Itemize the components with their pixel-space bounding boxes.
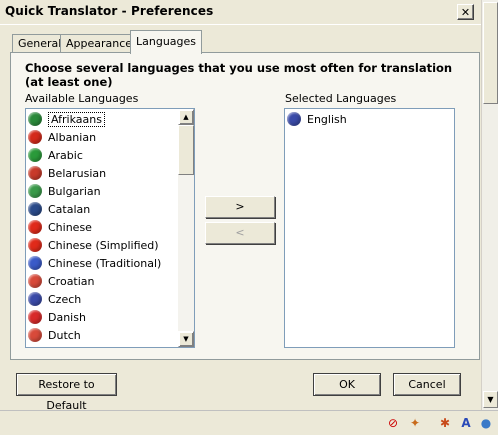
- fox-icon[interactable]: ✦: [407, 415, 423, 431]
- language-name: Dutch: [48, 328, 81, 342]
- available-languages-list[interactable]: Afrikaans Albanian Arabic Belarusian Bulgari…: [25, 108, 195, 348]
- flag-icon: [28, 292, 42, 306]
- language-name: Chinese (Traditional): [48, 256, 162, 270]
- globe-icon[interactable]: ●: [478, 415, 494, 431]
- language-name: Croatian: [48, 274, 95, 288]
- flag-icon: [28, 202, 42, 216]
- language-name: English: [307, 112, 347, 126]
- flag-icon: [28, 274, 42, 288]
- scroll-down-icon[interactable]: ▼: [483, 391, 498, 408]
- window-title: Quick Translator - Preferences: [5, 4, 214, 18]
- list-item[interactable]: Catalan: [28, 200, 176, 218]
- tab-languages[interactable]: Languages: [130, 30, 203, 54]
- restore-default-button[interactable]: Restore to Default: [16, 373, 117, 412]
- list-item[interactable]: Danish: [28, 308, 176, 326]
- flag-icon: [28, 184, 42, 198]
- language-name: Bulgarian: [48, 184, 101, 198]
- flag-icon: [28, 166, 42, 180]
- add-language-button[interactable]: >: [205, 196, 275, 218]
- language-name: Belarusian: [48, 166, 107, 180]
- list-item[interactable]: Chinese (Simplified): [28, 236, 176, 254]
- flag-icon: [28, 328, 42, 342]
- list-item[interactable]: Arabic: [28, 146, 176, 164]
- list-item[interactable]: Croatian: [28, 272, 176, 290]
- language-name: Czech: [48, 292, 82, 306]
- list-item[interactable]: Belarusian: [28, 164, 176, 182]
- stop-sign-icon[interactable]: ⊘: [385, 415, 401, 431]
- language-name: Chinese (Simplified): [48, 238, 159, 252]
- flag-icon: [28, 130, 42, 144]
- title-bar: Quick Translator - Preferences ✕: [0, 0, 498, 25]
- close-icon: ✕: [460, 5, 471, 19]
- instruction-text: Choose several languages that you use mo…: [25, 61, 453, 89]
- bug-icon[interactable]: ✱: [437, 415, 453, 431]
- flag-icon: [28, 220, 42, 234]
- translate-icon[interactable]: A: [458, 415, 474, 431]
- list-item[interactable]: Albanian: [28, 128, 176, 146]
- scroll-down-icon[interactable]: ▼: [178, 331, 194, 347]
- cancel-button[interactable]: Cancel: [393, 373, 461, 396]
- language-name: Arabic: [48, 148, 83, 162]
- tab-appearance[interactable]: Appearance: [60, 34, 139, 53]
- window-scrollbar[interactable]: ▼: [481, 0, 498, 410]
- available-languages-label: Available Languages: [25, 92, 139, 105]
- list-item[interactable]: Dutch: [28, 326, 176, 344]
- list-item[interactable]: Czech: [28, 290, 176, 308]
- flag-icon: [28, 310, 42, 324]
- language-name: Albanian: [48, 130, 97, 144]
- selected-languages-label: Selected Languages: [285, 92, 397, 105]
- window-scrollbar-thumb[interactable]: [483, 2, 498, 104]
- language-name: Danish: [48, 310, 86, 324]
- status-bar: ⊘ ✦ ✱ A ●: [0, 410, 498, 435]
- language-name: Catalan: [48, 202, 91, 216]
- close-button[interactable]: ✕: [457, 4, 474, 20]
- list-item[interactable]: Chinese: [28, 218, 176, 236]
- available-list-scroll-thumb[interactable]: [178, 125, 194, 175]
- flag-icon: [28, 238, 42, 252]
- flag-icon: [28, 112, 42, 126]
- flag-icon: [28, 256, 42, 270]
- scroll-up-icon[interactable]: ▲: [178, 109, 194, 125]
- list-item[interactable]: Afrikaans: [28, 110, 176, 128]
- ok-button[interactable]: OK: [313, 373, 381, 396]
- flag-icon: [28, 148, 42, 162]
- flag-icon: [287, 112, 301, 126]
- remove-language-button[interactable]: <: [205, 222, 275, 244]
- list-item[interactable]: English: [287, 110, 435, 128]
- list-item[interactable]: Bulgarian: [28, 182, 176, 200]
- list-item[interactable]: Chinese (Traditional): [28, 254, 176, 272]
- language-name: Afrikaans: [48, 111, 105, 127]
- languages-panel: Choose several languages that you use mo…: [10, 52, 480, 360]
- available-list-scrollbar[interactable]: ▲ ▼: [178, 109, 194, 347]
- selected-languages-list[interactable]: English: [284, 108, 455, 348]
- language-name: Chinese: [48, 220, 92, 234]
